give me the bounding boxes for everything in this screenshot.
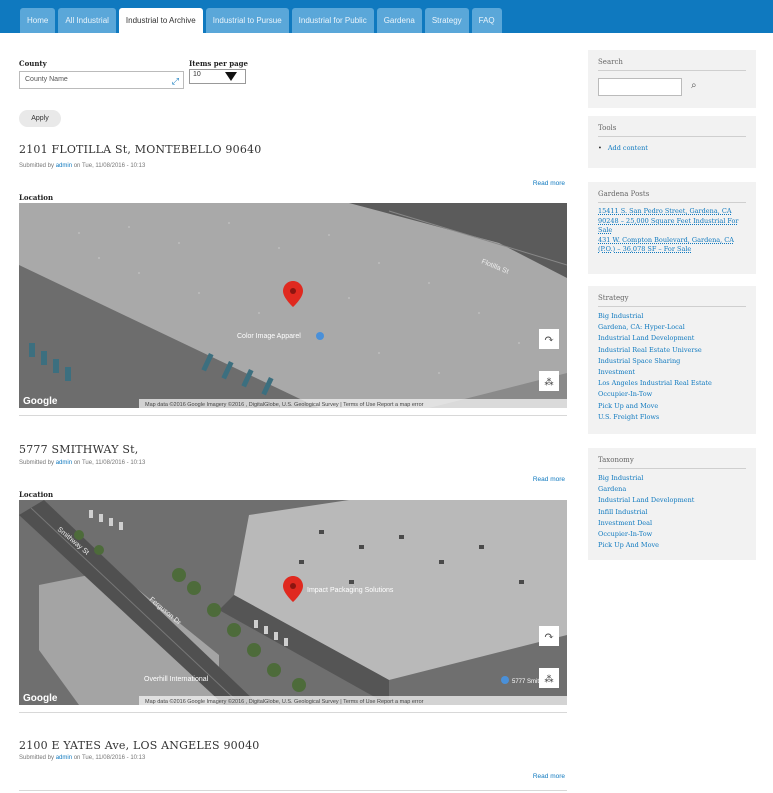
county-placeholder: County Name <box>25 76 68 83</box>
taxonomy-block: Taxonomy Big Industrial Gardena Industri… <box>588 448 756 560</box>
apply-button[interactable]: Apply <box>19 110 61 127</box>
tab-strategy[interactable]: Strategy <box>424 8 469 33</box>
post-divider <box>19 415 567 416</box>
post-title[interactable]: 5777 SMITHWAY St, <box>19 443 138 456</box>
search-input[interactable] <box>598 78 682 96</box>
strategy-link[interactable]: Industrial Space Sharing <box>598 356 746 367</box>
items-per-page-select[interactable]: 10 <box>189 69 246 84</box>
dropdown-arrow-icon <box>225 72 237 81</box>
filter-form: County County Name ⤢ Items per page 10 <box>19 59 319 99</box>
taxonomy-link[interactable]: Infill Industrial <box>598 507 746 518</box>
author-link[interactable]: admin <box>56 755 72 761</box>
nav-tabs: Home All Industrial Industrial to Archiv… <box>20 8 502 33</box>
items-per-page-label: Items per page <box>189 59 248 68</box>
map-place-label: Impact Packaging Solutions <box>307 587 394 594</box>
tab-gardena[interactable]: Gardena <box>376 8 422 33</box>
map-attribution: Map data ©2016 Google Imagery ©2016 , Di… <box>145 698 424 705</box>
tilt-icon: ⁂ <box>545 377 554 388</box>
taxonomy-link[interactable]: Industrial Land Development <box>598 495 746 506</box>
tools-block-title: Tools <box>598 124 746 137</box>
gardena-posts-block: Gardena Posts 15411 S. San Pedro Street,… <box>588 182 756 274</box>
post-title[interactable]: 2101 FLOTILLA St, MONTEBELLO 90640 <box>19 143 261 156</box>
rotate-icon: ↷ <box>544 332 554 346</box>
read-more-link[interactable]: Read more <box>533 773 565 780</box>
strategy-link[interactable]: Industrial Real Estate Universe <box>598 345 746 356</box>
map-attribution: Map data ©2016 Google Imagery ©2016 , Di… <box>145 401 424 408</box>
taxonomy-link[interactable]: Pick Up And Move <box>598 540 746 551</box>
county-input[interactable]: County Name ⤢ <box>19 71 184 89</box>
items-per-page-value: 10 <box>193 71 201 78</box>
tab-faq[interactable]: FAQ <box>471 8 502 33</box>
google-logo: Google <box>23 396 58 407</box>
strategy-link[interactable]: Pick Up and Move <box>598 401 746 412</box>
location-label: Location <box>19 490 54 499</box>
post-submitted: Submitted by admin on Tue, 11/08/2016 - … <box>19 460 146 466</box>
tools-block: Tools Add content <box>588 116 756 168</box>
tab-industrial-for-public[interactable]: Industrial for Public <box>291 8 374 33</box>
tab-industrial-to-archive[interactable]: Industrial to Archive <box>118 8 203 33</box>
gardena-posts-title: Gardena Posts <box>598 190 746 203</box>
tab-all-industrial[interactable]: All Industrial <box>58 8 116 33</box>
strategy-block-title: Strategy <box>598 294 746 307</box>
post-submitted: Submitted by admin on Tue, 11/08/2016 - … <box>19 163 146 169</box>
google-logo: Google <box>23 693 58 704</box>
strategy-link[interactable]: Occupier-In-Tow <box>598 389 746 400</box>
tab-home[interactable]: Home <box>20 8 56 33</box>
post-divider <box>19 712 567 713</box>
add-content-link[interactable]: Add content <box>598 143 746 154</box>
post-title[interactable]: 2100 E YATES Ave, LOS ANGELES 90040 <box>19 739 259 752</box>
taxonomy-link[interactable]: Gardena <box>598 484 746 495</box>
search-block-title: Search <box>598 58 746 71</box>
tilt-icon: ⁂ <box>545 674 554 685</box>
location-map[interactable]: Smithway St Ferguson Dr Impact Packaging… <box>19 500 567 705</box>
top-nav-bar: Home All Industrial Industrial to Archiv… <box>0 0 773 33</box>
gardena-post-link[interactable]: 431 W. Compton Boulevard, Gardena, CA (P… <box>598 236 746 255</box>
gardena-post-link[interactable]: 15411 S. San Pedro Street, Gardena, CA 9… <box>598 207 746 236</box>
taxonomy-link[interactable]: Occupier-In-Tow <box>598 529 746 540</box>
search-icon[interactable]: ⌕ <box>691 80 697 91</box>
location-label: Location <box>19 193 54 202</box>
map-place-label-2: Overhill International <box>144 676 209 683</box>
strategy-link[interactable]: Los Angeles Industrial Real Estate <box>598 378 746 389</box>
autocomplete-icon: ⤢ <box>171 76 179 86</box>
strategy-block: Strategy Big Industrial Gardena, CA: Hyp… <box>588 286 756 434</box>
author-link[interactable]: admin <box>56 460 72 466</box>
post-submitted: Submitted by admin on Tue, 11/08/2016 - … <box>19 755 146 761</box>
map-place-label: Color Image Apparel <box>237 333 301 340</box>
post-divider <box>19 790 567 791</box>
strategy-link[interactable]: Gardena, CA: Hyper-Local <box>598 322 746 333</box>
strategy-link[interactable]: Big Industrial <box>598 311 746 322</box>
taxonomy-block-title: Taxonomy <box>598 456 746 469</box>
search-block: Search ⌕ <box>588 50 756 108</box>
location-map[interactable]: Flotilla St Color Image Apparel ↷ ⁂ Goog… <box>19 203 567 408</box>
rotate-icon: ↷ <box>544 629 554 643</box>
read-more-link[interactable]: Read more <box>533 476 565 483</box>
tab-industrial-to-pursue[interactable]: Industrial to Pursue <box>205 8 289 33</box>
strategy-link[interactable]: Investment <box>598 367 746 378</box>
county-label: County <box>19 59 47 68</box>
author-link[interactable]: admin <box>56 163 72 169</box>
strategy-link[interactable]: Industrial Land Development <box>598 333 746 344</box>
strategy-link[interactable]: U.S. Freight Flows <box>598 412 746 423</box>
taxonomy-link[interactable]: Big Industrial <box>598 473 746 484</box>
read-more-link[interactable]: Read more <box>533 180 565 187</box>
taxonomy-link[interactable]: Investment Deal <box>598 518 746 529</box>
